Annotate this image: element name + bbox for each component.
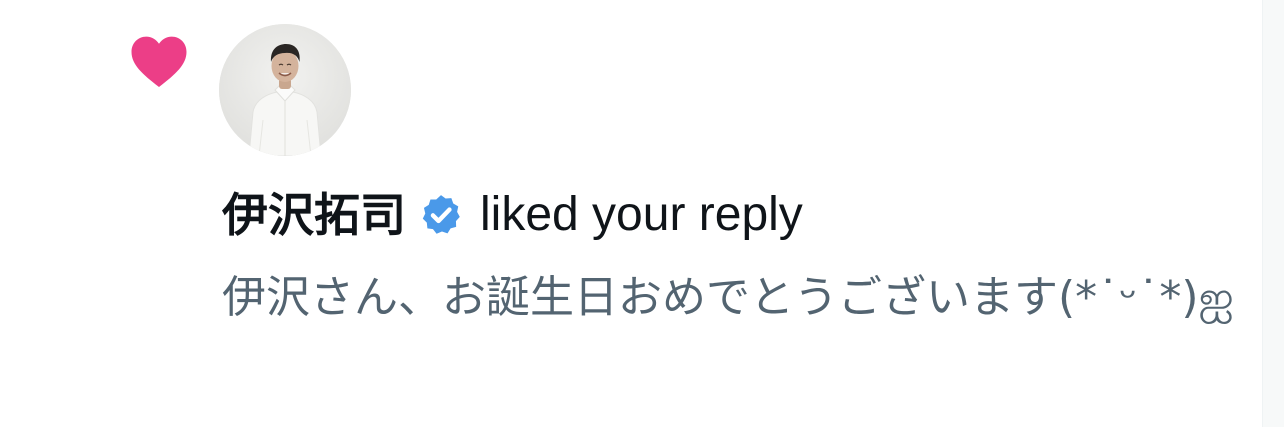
user-name[interactable]: 伊沢拓司 xyxy=(222,183,406,247)
action-text: liked your reply xyxy=(480,188,803,241)
scrollbar-track[interactable] xyxy=(1262,0,1284,427)
avatar[interactable] xyxy=(219,24,351,156)
avatar-photo xyxy=(219,24,351,156)
verified-badge-icon xyxy=(422,195,460,234)
like-notification[interactable]: 伊沢拓司 liked your reply 伊沢さん、お誕生日おめでとうございま… xyxy=(0,0,1262,427)
reply-text: 伊沢さん、お誕生日おめでとうございます(*˙ᵕ˙*)ஐ xyxy=(222,272,1234,323)
heart-icon xyxy=(131,36,187,87)
notification-headline: 伊沢拓司 liked your reply xyxy=(222,183,803,247)
